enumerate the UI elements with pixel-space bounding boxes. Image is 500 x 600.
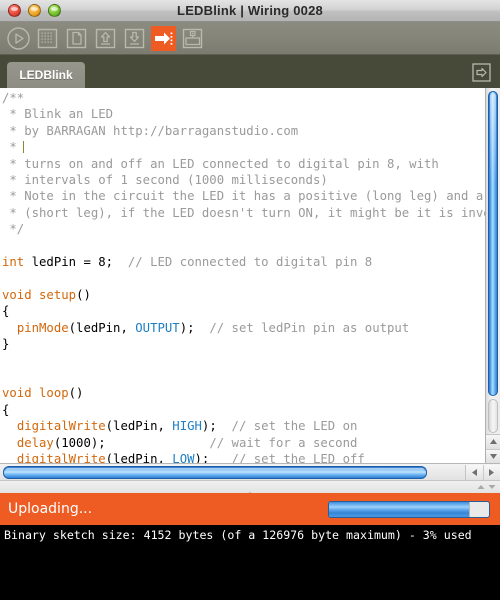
run-button[interactable] — [6, 26, 31, 51]
vertical-scroll-track[interactable] — [488, 399, 498, 433]
code-editor: /** * Blink an LED * by BARRAGAN http://… — [0, 88, 500, 463]
code-token: LOW — [172, 451, 195, 463]
code-token: loop — [39, 386, 69, 401]
serial-monitor-button[interactable] — [180, 26, 205, 51]
code-token: /** — [2, 91, 25, 105]
scroll-left-icon[interactable] — [466, 464, 483, 480]
window-titlebar: LEDBlink | Wiring 0028 — [0, 0, 500, 22]
console-output[interactable]: Binary sketch size: 4152 bytes (of a 126… — [0, 525, 500, 600]
stop-button[interactable] — [35, 26, 60, 51]
code-token: * intervals of 1 second (1000 millisecon… — [2, 173, 328, 188]
sketch-tab-bar: LEDBlink — [0, 55, 500, 88]
code-token: pinMode — [16, 320, 69, 335]
code-token: * — [2, 140, 25, 155]
status-bar: Uploading... — [0, 493, 500, 525]
tab-label: LEDBlink — [19, 68, 73, 82]
code-token: * (short leg), if the LED doesn't turn O… — [2, 205, 485, 220]
code-token: (ledPin, — [68, 320, 136, 335]
code-token: */ — [2, 222, 25, 237]
code-token: } — [2, 337, 10, 352]
horizontal-scroll-arrows — [465, 464, 500, 480]
code-token: digitalWrite — [16, 451, 106, 463]
code-token: // set ledPin pin as output — [209, 320, 410, 335]
open-button[interactable] — [93, 26, 118, 51]
editor-horizontal-scrollbar[interactable] — [0, 463, 500, 480]
close-button[interactable] — [8, 4, 21, 17]
splitter-mini-arrows[interactable] — [477, 484, 496, 490]
wiring-ide-window: LEDBlink | Wiring 0028 LEDBlink /** * Bl… — [0, 0, 500, 600]
horizontal-scroll-thumb[interactable] — [3, 465, 427, 479]
arrow-right-box-icon[interactable] — [471, 62, 492, 83]
code-token: // wait for a second — [209, 435, 358, 450]
code-token: ledPin = 8; — [24, 255, 128, 270]
code-token: { — [2, 304, 10, 319]
scroll-down-icon[interactable] — [486, 448, 500, 463]
status-message: Uploading... — [8, 501, 93, 517]
code-token: void — [2, 287, 32, 302]
code-token: (ledPin, — [105, 451, 173, 463]
code-token: // set the LED off — [231, 451, 365, 463]
code-token: () — [76, 287, 91, 302]
source-code[interactable]: /** * Blink an LED * by BARRAGAN http://… — [2, 90, 485, 463]
code-token: HIGH — [172, 419, 202, 434]
code-token: setup — [39, 287, 77, 302]
code-token: (1000); — [53, 435, 210, 450]
horizontal-scroll-track[interactable] — [1, 465, 464, 480]
upload-button[interactable] — [151, 25, 176, 51]
save-button[interactable] — [122, 26, 147, 51]
new-file-button[interactable] — [64, 26, 89, 51]
code-token: OUTPUT — [135, 320, 180, 335]
editor-vertical-scrollbar[interactable] — [485, 88, 500, 463]
code-token: int — [2, 255, 25, 270]
code-token: * by BARRAGAN http://barraganstudio.com — [2, 123, 299, 138]
code-token: { — [2, 402, 10, 417]
code-token: digitalWrite — [16, 419, 106, 434]
window-title: LEDBlink | Wiring 0028 — [177, 3, 323, 18]
window-controls — [8, 4, 61, 17]
code-token: delay — [16, 435, 54, 450]
code-token: (ledPin, — [105, 419, 173, 434]
code-token: * turns on and off an LED connected to d… — [2, 156, 439, 171]
code-token: // set the LED on — [231, 419, 358, 434]
code-token: * Note in the circuit the LED it has a p… — [2, 189, 485, 204]
maximize-button[interactable] — [48, 4, 61, 17]
code-token: ); — [179, 320, 210, 335]
scroll-up-icon[interactable] — [486, 435, 500, 449]
code-token: * Blink an LED — [2, 107, 114, 122]
vertical-scroll-thumb[interactable] — [488, 91, 498, 396]
upload-progress-fill — [329, 502, 470, 517]
code-token: () — [68, 386, 84, 401]
code-text-area[interactable]: /** * Blink an LED * by BARRAGAN http://… — [0, 88, 485, 463]
code-token: ); — [194, 451, 232, 463]
main-toolbar — [0, 22, 500, 55]
minimize-button[interactable] — [28, 4, 41, 17]
upload-progress-bar — [328, 501, 490, 518]
scroll-right-icon[interactable] — [482, 464, 500, 480]
code-token — [23, 141, 25, 154]
editor-console-splitter[interactable] — [0, 480, 500, 496]
code-token: void — [2, 386, 32, 401]
vertical-scroll-arrows — [486, 434, 500, 463]
tab-ledblink[interactable]: LEDBlink — [7, 62, 85, 88]
code-token: // LED connected to digital pin 8 — [127, 255, 373, 270]
code-token: ); — [201, 419, 232, 434]
